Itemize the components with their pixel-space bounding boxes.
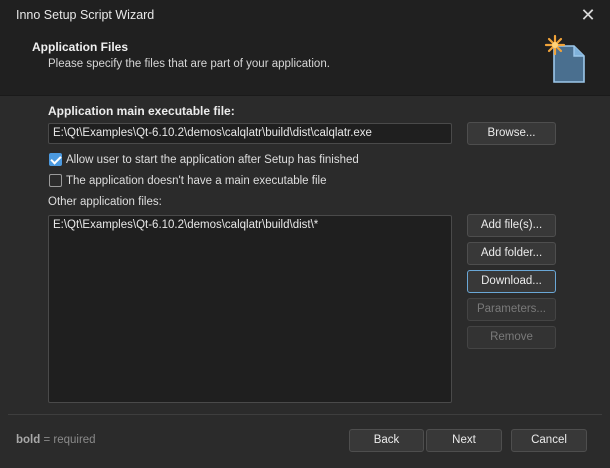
remove-button[interactable]: Remove xyxy=(467,326,556,349)
title-bar: Inno Setup Script Wizard ✕ xyxy=(0,0,610,31)
page-subtitle: Please specify the files that are part o… xyxy=(48,58,330,70)
next-button[interactable]: Next xyxy=(426,429,502,452)
exe-label: Application main executable file: xyxy=(48,104,235,118)
other-files-label: Other application files: xyxy=(48,196,162,208)
no-main-exe-label[interactable]: The application doesn't have a main exec… xyxy=(66,175,326,187)
browse-button[interactable]: Browse... xyxy=(467,122,556,145)
close-icon[interactable]: ✕ xyxy=(578,5,598,25)
footer-divider xyxy=(8,414,602,415)
list-item[interactable]: E:\Qt\Examples\Qt-6.10.2\demos\calqlatr\… xyxy=(53,219,451,231)
other-files-list[interactable]: E:\Qt\Examples\Qt-6.10.2\demos\calqlatr\… xyxy=(48,215,452,403)
no-main-exe-checkbox[interactable] xyxy=(49,174,62,187)
header-divider xyxy=(0,95,610,96)
required-legend-bold: bold xyxy=(16,434,41,446)
add-folder-button[interactable]: Add folder... xyxy=(467,242,556,265)
allow-start-label[interactable]: Allow user to start the application afte… xyxy=(66,154,359,166)
page-title: Application Files xyxy=(32,40,129,54)
back-button[interactable]: Back xyxy=(349,429,424,452)
main-executable-input[interactable]: E:\Qt\Examples\Qt-6.10.2\demos\calqlatr\… xyxy=(48,123,452,144)
required-legend: bold = required xyxy=(16,434,96,446)
cancel-button[interactable]: Cancel xyxy=(511,429,587,452)
wizard-header: Application Files Please specify the fil… xyxy=(0,31,610,95)
window-title: Inno Setup Script Wizard xyxy=(16,8,155,22)
parameters-button[interactable]: Parameters... xyxy=(467,298,556,321)
download-button[interactable]: Download... xyxy=(467,270,556,293)
required-legend-text: = required xyxy=(40,434,96,446)
wizard-document-icon xyxy=(544,34,585,83)
allow-start-checkbox[interactable] xyxy=(49,153,62,166)
add-files-button[interactable]: Add file(s)... xyxy=(467,214,556,237)
